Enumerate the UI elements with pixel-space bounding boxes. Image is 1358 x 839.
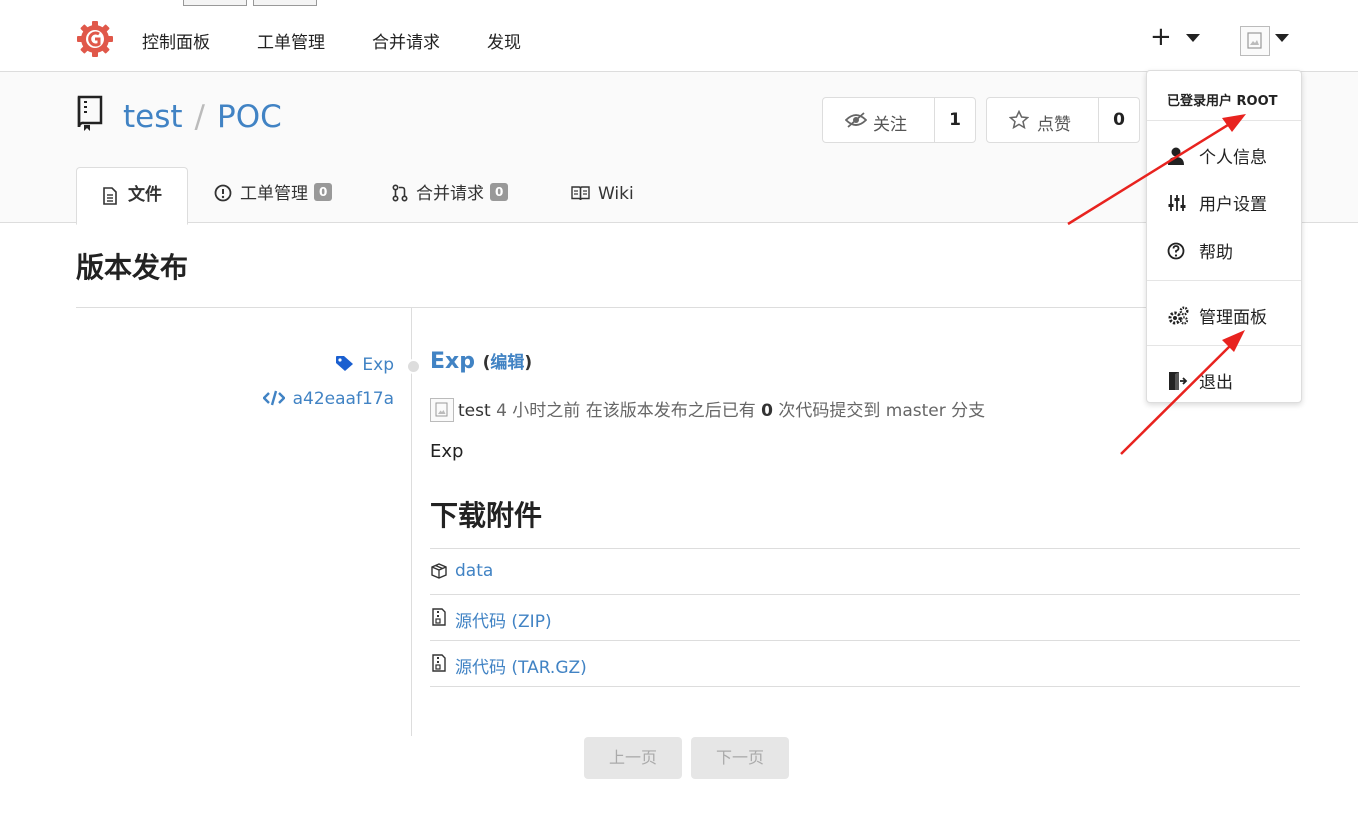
tag-icon xyxy=(336,356,354,371)
tab-wiki-label: Wiki xyxy=(598,184,634,204)
tab-pulls[interactable]: 合并请求 0 xyxy=(392,167,509,222)
download-row[interactable]: data xyxy=(430,548,1300,594)
tab-files-label: 文件 xyxy=(128,185,162,205)
menu-item-admin-panel[interactable]: 管理面板 xyxy=(1167,303,1267,328)
menu-item-settings[interactable]: 用户设置 xyxy=(1167,190,1267,215)
download-link-zip[interactable]: 源代码 (ZIP) xyxy=(455,607,552,632)
user-menu-chevron-down-icon[interactable] xyxy=(1275,34,1289,42)
watch-label: 关注 xyxy=(873,115,907,135)
author-name[interactable]: test xyxy=(458,401,491,421)
pulls-count-badge: 0 xyxy=(490,183,509,201)
nav-dashboard[interactable]: 控制面板 xyxy=(142,28,210,53)
menu-divider xyxy=(1147,120,1301,121)
edit-release-link[interactable]: 编辑 xyxy=(490,353,524,373)
download-link-data[interactable]: data xyxy=(455,561,493,581)
menu-item-profile-label: 个人信息 xyxy=(1199,148,1267,168)
menu-divider xyxy=(1147,280,1301,281)
broken-image-icon xyxy=(435,402,448,417)
eye-slash-icon xyxy=(845,112,867,128)
tab-wiki[interactable]: Wiki xyxy=(571,167,634,222)
broken-image-icon xyxy=(1247,32,1262,49)
menu-item-admin-panel-label: 管理面板 xyxy=(1199,308,1267,328)
star-icon xyxy=(1009,110,1029,130)
menu-item-help-label: 帮助 xyxy=(1199,243,1233,263)
create-new-button[interactable]: + xyxy=(1150,22,1172,52)
tab-files[interactable]: 文件 xyxy=(76,167,188,225)
star-count[interactable]: 0 xyxy=(1098,98,1139,142)
signed-in-header: 已登录用户 ROOT xyxy=(1167,94,1278,109)
issues-count-badge: 0 xyxy=(314,183,333,201)
download-link-targz[interactable]: 源代码 (TAR.GZ) xyxy=(455,653,587,678)
gears-icon xyxy=(1168,306,1189,325)
menu-item-sign-out-label: 退出 xyxy=(1199,373,1233,393)
page-title: 版本发布 xyxy=(76,251,189,284)
top-navbar: 控制面板 工单管理 合并请求 发现 + xyxy=(0,6,1358,72)
release-body: Exp xyxy=(430,441,464,462)
question-circle-icon xyxy=(1167,242,1185,260)
release-meta-prefix: 在该版本发布之后已有 xyxy=(585,401,756,421)
menu-item-settings-label: 用户设置 xyxy=(1199,195,1267,215)
downloads-title: 下载附件 xyxy=(430,499,543,532)
release-title: Exp (编辑) xyxy=(430,348,532,374)
repo-book-icon xyxy=(77,95,103,131)
commits-since-count: 0 xyxy=(761,401,773,421)
title-divider xyxy=(76,307,1300,308)
user-dropdown-menu: 已登录用户 ROOT 个人信息 用户设置 帮助 管理面板 退出 xyxy=(1146,70,1302,403)
settings-sliders-icon xyxy=(1168,195,1186,211)
gogs-logo-icon[interactable] xyxy=(76,20,114,58)
nav-issues[interactable]: 工单管理 xyxy=(257,28,325,53)
release-tag[interactable]: Exp xyxy=(335,355,394,375)
watch-button[interactable]: 关注 1 xyxy=(822,97,976,143)
tab-pulls-label: 合并请求 xyxy=(416,184,484,204)
code-icon xyxy=(262,390,285,406)
edit-close-paren: ) xyxy=(524,353,533,373)
menu-item-sign-out[interactable]: 退出 xyxy=(1167,368,1233,393)
person-icon xyxy=(1168,147,1184,165)
star-button[interactable]: 点赞 0 xyxy=(986,97,1140,143)
timeline-dot xyxy=(406,359,421,374)
next-page-button[interactable]: 下一页 xyxy=(691,737,789,779)
repo-title: test / POC xyxy=(123,99,282,135)
file-zip-icon xyxy=(432,608,446,626)
nav-pulls[interactable]: 合并请求 xyxy=(372,28,440,53)
watch-count[interactable]: 1 xyxy=(934,98,975,142)
menu-item-profile[interactable]: 个人信息 xyxy=(1167,143,1267,168)
book-icon xyxy=(571,186,590,201)
repo-separator: / xyxy=(194,99,205,135)
prev-page-button[interactable]: 上一页 xyxy=(584,737,682,779)
issue-opened-icon xyxy=(214,184,232,202)
repo-name-link[interactable]: POC xyxy=(217,99,282,135)
downloads-bottom-divider xyxy=(430,686,1300,687)
sign-out-icon xyxy=(1169,372,1188,390)
repo-owner-link[interactable]: test xyxy=(123,99,183,135)
package-icon xyxy=(431,563,447,579)
release-commit-sha: a42eaaf17a xyxy=(292,389,394,409)
release-commit[interactable]: a42eaaf17a xyxy=(262,389,394,409)
release-title-link[interactable]: Exp xyxy=(430,349,475,374)
release-meta-suffix: 次代码提交到 master 分支 xyxy=(778,401,986,421)
file-zip-icon xyxy=(432,654,446,672)
release-time: 4 小时之前 xyxy=(496,401,581,421)
tab-issues[interactable]: 工单管理 0 xyxy=(214,167,333,222)
star-label: 点赞 xyxy=(1037,115,1071,135)
release-meta: test 4 小时之前 在该版本发布之后已有 0 次代码提交到 master 分… xyxy=(430,396,985,422)
pull-request-icon xyxy=(392,184,408,202)
create-chevron-down-icon[interactable] xyxy=(1186,34,1200,42)
tab-issues-label: 工单管理 xyxy=(240,184,308,204)
user-avatar[interactable] xyxy=(1240,26,1270,56)
menu-divider xyxy=(1147,345,1301,346)
author-avatar[interactable] xyxy=(430,398,454,422)
nav-explore[interactable]: 发现 xyxy=(487,28,521,53)
file-text-icon xyxy=(103,187,117,205)
download-row[interactable]: 源代码 (ZIP) xyxy=(430,594,1300,640)
download-row[interactable]: 源代码 (TAR.GZ) xyxy=(430,640,1300,686)
menu-item-help[interactable]: 帮助 xyxy=(1167,238,1233,263)
release-tag-label: Exp xyxy=(362,355,394,375)
